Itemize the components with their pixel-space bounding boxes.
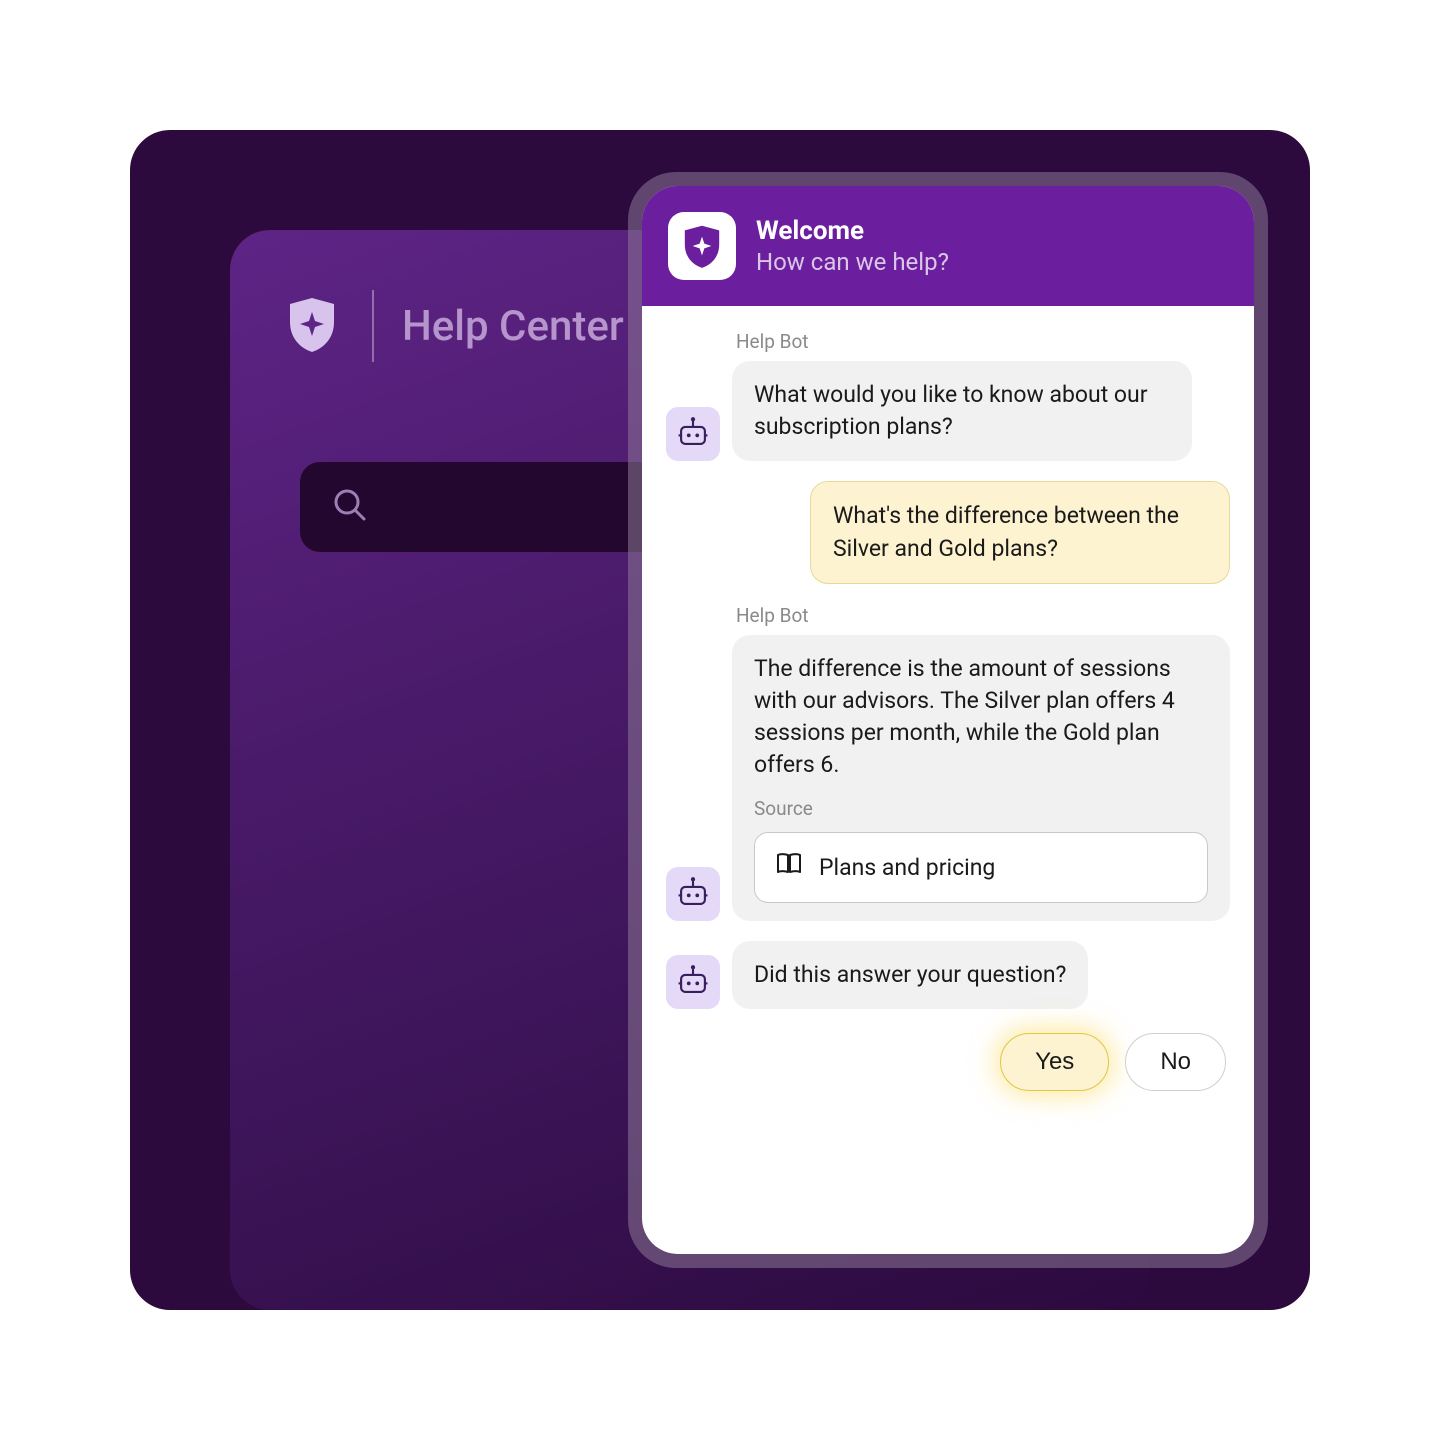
shield-sparkle-icon: [280, 292, 344, 360]
bot-name-label: Help Bot: [736, 604, 1230, 627]
search-icon: [330, 485, 370, 529]
bot-avatar: [666, 407, 720, 461]
robot-icon: [676, 415, 710, 453]
chat-header: Welcome How can we help?: [642, 186, 1254, 306]
divider: [372, 290, 374, 362]
message-row-bot: The difference is the amount of sessions…: [666, 635, 1230, 922]
message-row-bot: Did this answer your question?: [666, 941, 1230, 1009]
message-row-bot: What would you like to know about our su…: [666, 361, 1230, 461]
bot-message: Did this answer your question?: [732, 941, 1088, 1009]
bot-name-label: Help Bot: [736, 330, 1230, 353]
robot-icon: [676, 963, 710, 1001]
chat-subtitle: How can we help?: [756, 248, 949, 276]
chat-brand-icon: [668, 212, 736, 280]
chat-widget-frame: Welcome How can we help? Help Bot: [628, 172, 1268, 1268]
no-button[interactable]: No: [1125, 1033, 1226, 1091]
stage: Help Center Welcome: [130, 130, 1310, 1310]
robot-icon: [676, 875, 710, 913]
bot-message-text: The difference is the amount of sessions…: [754, 653, 1208, 782]
source-title: Plans and pricing: [819, 852, 995, 884]
bot-message: What would you like to know about our su…: [732, 361, 1192, 461]
chat-header-text: Welcome How can we help?: [756, 216, 949, 276]
bot-message-with-source: The difference is the amount of sessions…: [732, 635, 1230, 922]
feedback-row: Yes No: [666, 1033, 1230, 1091]
user-message: What's the difference between the Silver…: [810, 481, 1230, 583]
chat-title: Welcome: [756, 216, 949, 246]
help-center-title: Help Center: [402, 302, 624, 351]
bot-avatar: [666, 955, 720, 1009]
yes-button[interactable]: Yes: [1000, 1033, 1109, 1091]
bot-avatar: [666, 867, 720, 921]
source-label: Source: [754, 796, 1208, 823]
chat-body: Help Bot: [642, 306, 1254, 1254]
book-icon: [775, 849, 803, 886]
source-card[interactable]: Plans and pricing: [754, 832, 1208, 903]
chat-widget: Welcome How can we help? Help Bot: [642, 186, 1254, 1254]
message-row-user: What's the difference between the Silver…: [666, 481, 1230, 583]
